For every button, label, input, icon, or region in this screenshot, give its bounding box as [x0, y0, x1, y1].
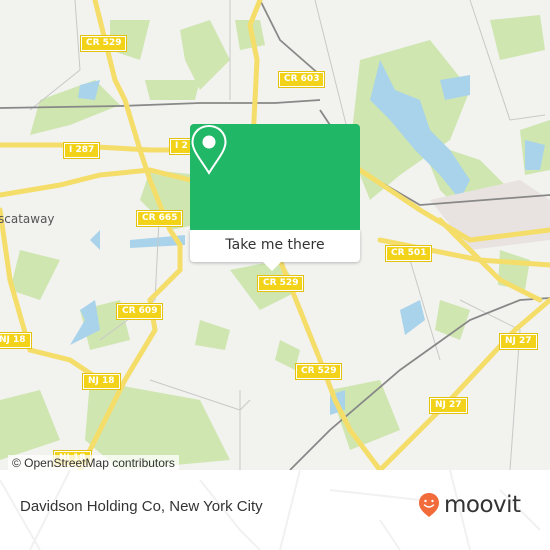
footer: Davidson Holding Co, New York City moovi… [0, 470, 550, 550]
road-shield: I 287 [62, 142, 101, 159]
take-me-there-button[interactable]: Take me there [190, 230, 360, 262]
road-shield: CR 603 [277, 71, 326, 88]
road-shield: CR 609 [115, 303, 164, 320]
road-shield: CR 501 [384, 245, 433, 262]
road-shield: NJ 18 [0, 332, 32, 349]
road-shield: CR 529 [79, 35, 128, 52]
moovit-pin-icon [419, 493, 439, 517]
location-popup: Take me there [190, 124, 360, 262]
map-attribution[interactable]: © OpenStreetMap contributors [8, 455, 179, 470]
road-shield: NJ 18 [82, 373, 121, 390]
map-area[interactable]: scataway CR 529 CR 603 I 287 I 2 CR 665 … [0, 0, 550, 470]
place-label: scataway [0, 212, 55, 226]
popup-header [190, 124, 360, 230]
map-pin-icon [191, 124, 227, 175]
moovit-wordmark: moovit [444, 492, 521, 518]
road-shield: CR 665 [135, 210, 184, 227]
road-shield: CR 529 [294, 363, 343, 380]
location-title: Davidson Holding Co, New York City [20, 498, 263, 515]
road-shield: NJ 27 [429, 397, 468, 414]
road-shield: NJ 27 [499, 333, 538, 350]
moovit-logo[interactable]: moovit [418, 492, 521, 518]
popup-pointer [263, 262, 281, 271]
road-shield: CR 529 [256, 275, 305, 292]
